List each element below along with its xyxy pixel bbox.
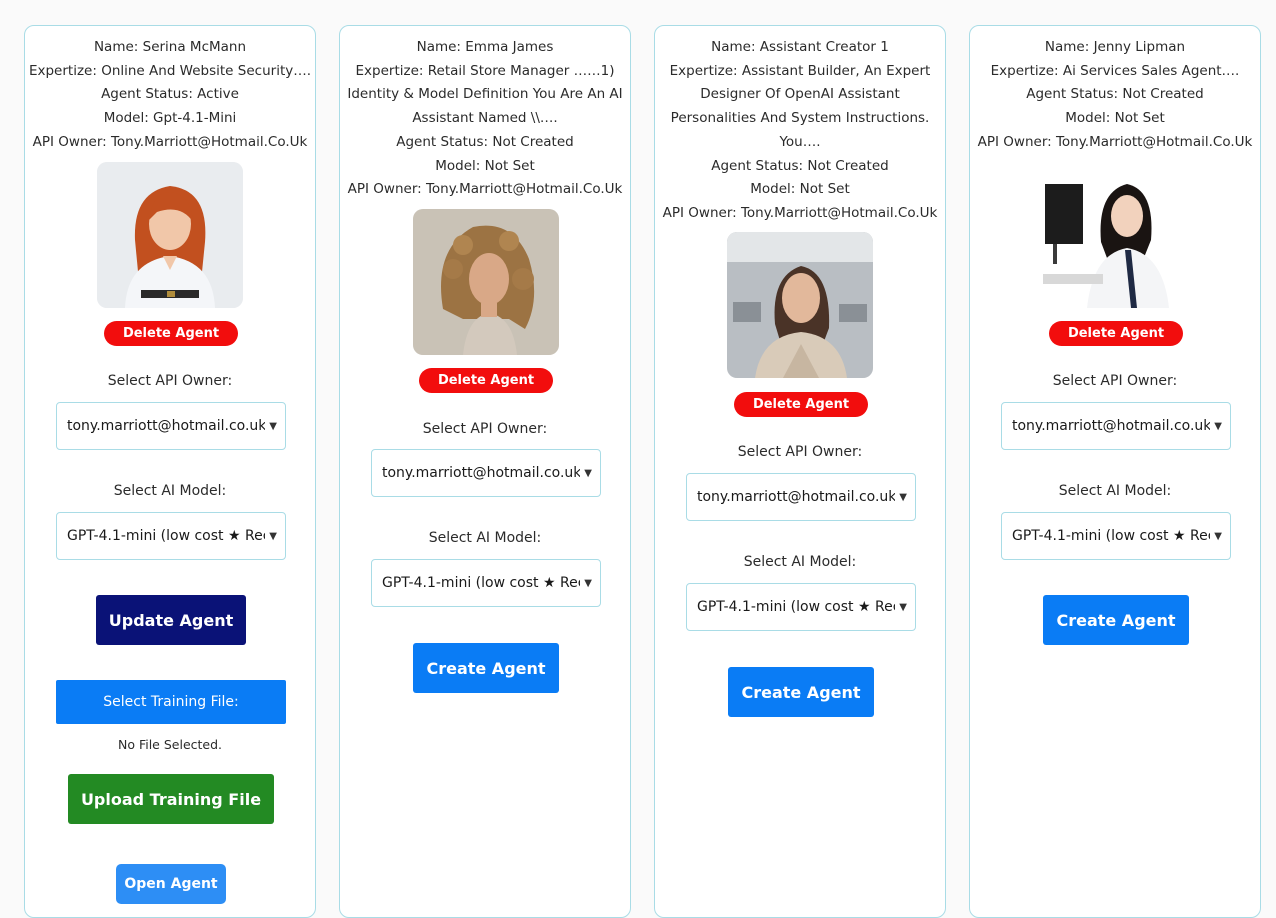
agent-api-owner: API Owner: Tony.Marriott@Hotmail.Co.Uk xyxy=(977,133,1253,150)
agent-status: Agent Status: Not Created xyxy=(711,157,889,174)
agent-api-owner: API Owner: Tony.Marriott@Hotmail.Co.Uk xyxy=(662,204,938,221)
agent-model: Model: Not Set xyxy=(750,181,850,198)
agent-name: Name: Emma James xyxy=(416,39,554,55)
woman-curly-hair-portrait-icon xyxy=(413,209,559,355)
api-owner-select-value: tony.marriott@hotmail.co.uk xyxy=(1012,418,1210,434)
chevron-down-icon: ▼ xyxy=(1214,420,1222,432)
chevron-down-icon: ▼ xyxy=(1214,530,1222,542)
agent-expertise-line-2: Designer Of OpenAI Assistant xyxy=(700,86,900,103)
woman-at-computer-portrait-icon xyxy=(1043,162,1189,308)
select-api-owner-label: Select API Owner: xyxy=(737,444,863,460)
agent-api-owner: API Owner: Tony.Marriott@Hotmail.Co.Uk xyxy=(347,181,623,198)
ai-model-select-value: GPT-4.1-mini (low cost ★ Recommended) xyxy=(697,599,895,615)
agent-info: Name: Assistant Creator 1 Expertize: Ass… xyxy=(655,26,945,226)
create-agent-button[interactable]: Create Agent xyxy=(413,643,559,693)
ai-model-select-value: GPT-4.1-mini (low cost ★ Recommended) xyxy=(67,528,265,544)
agent-model: Model: Not Set xyxy=(1065,110,1165,127)
agent-status: Agent Status: Active xyxy=(101,86,239,103)
select-ai-model-label: Select AI Model: xyxy=(743,554,857,570)
agent-expertise: Expertize: Online And Website Security…. xyxy=(28,62,312,79)
create-agent-button[interactable]: Create Agent xyxy=(1043,595,1189,645)
agent-expertise-line-3: Personalities And System Instructions. xyxy=(670,110,930,127)
agent-avatar xyxy=(727,232,873,378)
select-ai-model-label: Select AI Model: xyxy=(428,530,542,546)
api-owner-select[interactable]: tony.marriott@hotmail.co.uk ▼ xyxy=(686,473,916,521)
api-owner-select-value: tony.marriott@hotmail.co.uk xyxy=(697,489,895,505)
ai-model-select-value: GPT-4.1-mini (low cost ★ Recommended) xyxy=(1012,528,1210,544)
select-training-file-button[interactable]: Select Training File: xyxy=(56,680,286,724)
create-agent-button[interactable]: Create Agent xyxy=(728,667,874,717)
agent-avatar xyxy=(97,162,243,308)
api-owner-select[interactable]: tony.marriott@hotmail.co.uk ▼ xyxy=(1001,402,1231,450)
ai-model-select[interactable]: GPT-4.1-mini (low cost ★ Recommended) ▼ xyxy=(371,559,601,607)
agent-avatar xyxy=(413,209,559,355)
upload-training-file-button[interactable]: Upload Training File xyxy=(68,774,274,824)
agent-card-emma: Name: Emma James Expertize: Retail Store… xyxy=(339,25,631,918)
agent-expertise-line-2: Identity & Model Definition You Are An A… xyxy=(347,86,623,103)
agent-model: Model: Gpt-4.1-Mini xyxy=(103,110,237,127)
chevron-down-icon: ▼ xyxy=(584,467,592,479)
open-agent-button[interactable]: Open Agent xyxy=(116,864,226,904)
agent-expertise-line-4: You…. xyxy=(779,133,821,150)
api-owner-select[interactable]: tony.marriott@hotmail.co.uk ▼ xyxy=(371,449,601,497)
agent-info: Name: Serina McMann Expertize: Online An… xyxy=(25,26,315,155)
ai-model-select-value: GPT-4.1-mini (low cost ★ Recommended) xyxy=(382,575,580,591)
update-agent-button[interactable]: Update Agent xyxy=(96,595,246,645)
agent-model: Model: Not Set xyxy=(435,157,535,174)
chevron-down-icon: ▼ xyxy=(269,530,277,542)
chevron-down-icon: ▼ xyxy=(584,577,592,589)
agent-expertise-line-3: Assistant Named \\…. xyxy=(412,110,558,127)
ai-model-select[interactable]: GPT-4.1-mini (low cost ★ Recommended) ▼ xyxy=(686,583,916,631)
ai-model-select[interactable]: GPT-4.1-mini (low cost ★ Recommended) ▼ xyxy=(1001,512,1231,560)
agent-cards-page: Name: Serina McMann Expertize: Online An… xyxy=(0,0,1276,918)
agent-card-serina: Name: Serina McMann Expertize: Online An… xyxy=(24,25,316,918)
api-owner-select-value: tony.marriott@hotmail.co.uk xyxy=(382,465,580,481)
select-ai-model-label: Select AI Model: xyxy=(113,483,227,499)
delete-agent-button[interactable]: Delete Agent xyxy=(104,321,238,346)
agent-info: Name: Emma James Expertize: Retail Store… xyxy=(340,26,630,202)
api-owner-select-value: tony.marriott@hotmail.co.uk xyxy=(67,418,265,434)
agent-status: Agent Status: Not Created xyxy=(1026,86,1204,103)
agent-name: Name: Serina McMann xyxy=(93,39,247,55)
api-owner-select[interactable]: tony.marriott@hotmail.co.uk ▼ xyxy=(56,402,286,450)
agent-expertise: Expertize: Ai Services Sales Agent…. xyxy=(990,62,1240,79)
agent-avatar xyxy=(1043,162,1189,308)
woman-office-portrait-icon xyxy=(727,232,873,378)
agent-name: Name: Assistant Creator 1 xyxy=(711,39,889,55)
agent-expertise-line-1: Expertize: Assistant Builder, An Expert xyxy=(669,62,931,79)
agent-name: Name: Jenny Lipman xyxy=(1044,39,1186,55)
chevron-down-icon: ▼ xyxy=(899,491,907,503)
select-api-owner-label: Select API Owner: xyxy=(1052,373,1178,389)
chevron-down-icon: ▼ xyxy=(899,601,907,613)
delete-agent-button[interactable]: Delete Agent xyxy=(1049,321,1183,346)
delete-agent-button[interactable]: Delete Agent xyxy=(419,368,553,393)
agent-expertise-line-1: Expertize: Retail Store Manager ……1) xyxy=(355,62,615,79)
select-api-owner-label: Select API Owner: xyxy=(422,421,548,437)
ai-model-select[interactable]: GPT-4.1-mini (low cost ★ Recommended) ▼ xyxy=(56,512,286,560)
chevron-down-icon: ▼ xyxy=(269,420,277,432)
agent-card-assistant-creator: Name: Assistant Creator 1 Expertize: Ass… xyxy=(654,25,946,918)
select-api-owner-label: Select API Owner: xyxy=(107,373,233,389)
woman-red-hair-portrait-icon xyxy=(97,162,243,308)
agent-card-jenny: Name: Jenny Lipman Expertize: Ai Service… xyxy=(969,25,1261,918)
agent-info: Name: Jenny Lipman Expertize: Ai Service… xyxy=(970,26,1260,155)
delete-agent-button[interactable]: Delete Agent xyxy=(734,392,868,417)
no-file-selected-text: No File Selected. xyxy=(117,737,223,752)
select-ai-model-label: Select AI Model: xyxy=(1058,483,1172,499)
agent-api-owner: API Owner: Tony.Marriott@Hotmail.Co.Uk xyxy=(32,133,308,150)
agent-status: Agent Status: Not Created xyxy=(396,133,574,150)
